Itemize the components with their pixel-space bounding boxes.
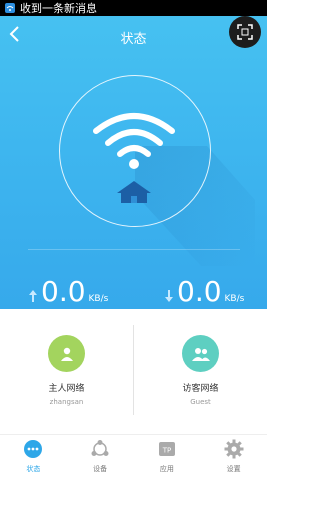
guest-network-label: 访客网络 xyxy=(182,384,219,394)
guest-network[interactable]: 访客网络 Guest xyxy=(134,309,267,414)
download-arrow-icon xyxy=(165,290,173,302)
download-speed: 0.0 KB/s xyxy=(165,278,244,306)
tab-settings[interactable]: 设置 xyxy=(200,435,267,474)
upload-speed: 0.0 KB/s xyxy=(29,278,108,306)
scan-button[interactable] xyxy=(229,16,261,48)
notification-icon xyxy=(5,3,15,13)
devices-icon xyxy=(91,440,109,456)
download-value: 0.0 xyxy=(177,275,222,308)
guest-network-user: Guest xyxy=(190,398,211,406)
guest-network-icon xyxy=(182,335,219,372)
host-network-icon xyxy=(48,335,85,372)
status-icon xyxy=(24,440,43,458)
notification-text: 收到一条新消息 xyxy=(20,2,97,15)
tab-devices-label: 设备 xyxy=(93,465,108,473)
tab-devices[interactable]: 设备 xyxy=(67,435,134,474)
upload-arrow-icon xyxy=(29,290,37,302)
scan-icon xyxy=(237,24,253,40)
download-unit: KB/s xyxy=(224,294,245,304)
apps-icon: TP xyxy=(158,442,175,456)
status-panel: 状态 0.0 KB/s 0.0 KB/s xyxy=(0,16,267,309)
status-bar: 收到一条新消息 xyxy=(0,0,267,16)
tab-apps[interactable]: TP 应用 xyxy=(134,435,201,474)
svg-text:TP: TP xyxy=(162,447,172,455)
page-title: 状态 xyxy=(120,32,147,47)
tab-status-label: 状态 xyxy=(26,465,41,473)
wifi-icon xyxy=(93,113,175,169)
settings-icon xyxy=(224,439,244,459)
tab-apps-label: 应用 xyxy=(159,465,174,473)
upload-value: 0.0 xyxy=(41,275,86,308)
tab-settings-label: 设置 xyxy=(226,465,241,473)
hero-divider xyxy=(28,249,240,250)
upload-unit: KB/s xyxy=(88,294,109,304)
tab-status[interactable]: 状态 xyxy=(0,435,67,474)
bottom-tab-bar: 状态 设备 TP 应用 设置 xyxy=(0,434,267,474)
router-icon xyxy=(117,181,151,203)
host-network-user: zhangsan xyxy=(49,398,84,406)
host-network[interactable]: 主人网络 zhangsan xyxy=(0,309,133,414)
host-network-label: 主人网络 xyxy=(48,384,85,394)
